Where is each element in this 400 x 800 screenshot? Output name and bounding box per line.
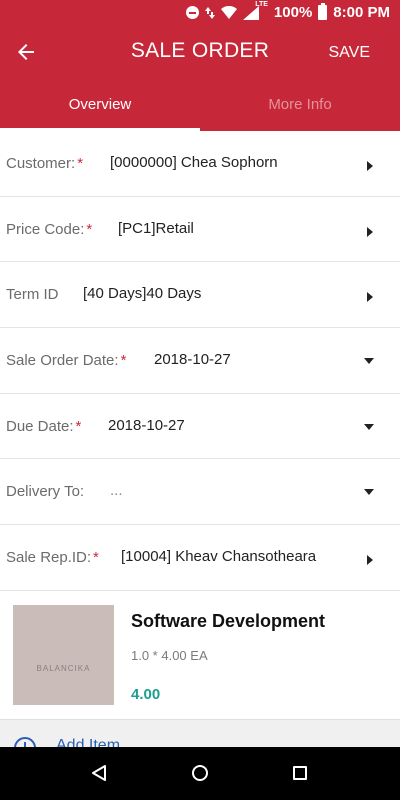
- required-marker: *: [120, 352, 127, 370]
- field-label: Delivery To:: [6, 483, 85, 501]
- thumbnail-logo-text: BALANCIKA: [36, 664, 91, 673]
- nav-home-icon[interactable]: [192, 765, 208, 781]
- do-not-disturb-icon: [186, 6, 200, 19]
- required-marker: *: [77, 155, 84, 172]
- network-type-label: LTE: [255, 0, 268, 8]
- wifi-icon: [221, 5, 238, 19]
- chevron-right-icon[interactable]: [367, 161, 373, 171]
- price-code-value: [PC1]Retail: [118, 219, 194, 237]
- tab-overview[interactable]: Overview: [0, 76, 200, 131]
- product-line-item[interactable]: BALANCIKA Software Development 1.0 * 4.0…: [0, 591, 400, 719]
- sale-rep-field[interactable]: Sale Rep.ID: * [10004] Kheav Chansotheara: [0, 525, 400, 591]
- product-name: Software Development: [131, 611, 326, 631]
- required-marker: *: [86, 220, 93, 238]
- add-item-button[interactable]: Add Item: [0, 719, 400, 747]
- status-bar: LTE 100% 8:00 PM: [0, 0, 400, 28]
- delivery-to-value: ...: [110, 482, 123, 500]
- product-quantity: 1.0 * 4.00 EA: [131, 648, 208, 663]
- tab-bar: Overview More Info: [0, 76, 400, 131]
- sale-order-date-value: 2018-10-27: [154, 351, 231, 369]
- term-id-value: [40 Days]40 Days: [83, 285, 202, 303]
- delivery-to-field[interactable]: Delivery To: ...: [0, 459, 400, 526]
- system-nav-bar: [0, 747, 400, 800]
- term-id-field[interactable]: Term ID [40 Days]40 Days: [0, 262, 400, 329]
- add-item-label: Add Item: [56, 737, 121, 747]
- nav-back-icon[interactable]: [91, 765, 107, 781]
- field-label: Sale Rep.ID: *: [6, 549, 99, 567]
- customer-value: [0000000] Chea Sophorn: [110, 154, 278, 171]
- due-date-field[interactable]: Due Date: * 2018-10-27: [0, 394, 400, 460]
- due-date-value: 2018-10-27: [108, 416, 185, 434]
- dropdown-arrow-icon[interactable]: [364, 358, 374, 365]
- battery-percent: 100%: [273, 4, 313, 21]
- product-thumbnail: BALANCIKA: [13, 605, 114, 705]
- signal-icon: [243, 5, 260, 20]
- field-label: Due Date: *: [6, 417, 82, 435]
- chevron-right-icon[interactable]: [367, 555, 373, 566]
- form-fields: Customer: * [0000000] Chea Sophorn Price …: [0, 131, 400, 591]
- save-button[interactable]: SAVE: [329, 44, 371, 62]
- dropdown-arrow-icon[interactable]: [364, 423, 374, 430]
- add-circle-icon: [14, 737, 36, 747]
- chevron-right-icon[interactable]: [367, 292, 373, 303]
- chevron-right-icon[interactable]: [367, 226, 373, 237]
- field-label: Sale Order Date: *: [6, 352, 127, 370]
- nav-recents-icon[interactable]: [293, 766, 307, 780]
- price-code-field[interactable]: Price Code: * [PC1]Retail: [0, 197, 400, 263]
- required-marker: *: [75, 417, 82, 435]
- battery-icon: [318, 3, 328, 20]
- clock: 8:00 PM: [333, 4, 390, 21]
- data-transfer-icon: [205, 6, 216, 19]
- customer-field[interactable]: Customer: * [0000000] Chea Sophorn: [0, 131, 400, 197]
- required-marker: *: [93, 549, 99, 567]
- field-label: Customer: *: [6, 155, 84, 172]
- dropdown-arrow-icon[interactable]: [364, 489, 374, 496]
- field-label: Price Code: *: [6, 220, 93, 238]
- sale-order-date-field[interactable]: Sale Order Date: * 2018-10-27: [0, 328, 400, 394]
- product-price: 4.00: [131, 686, 161, 703]
- sale-rep-value: [10004] Kheav Chansotheara: [121, 548, 317, 566]
- tab-more-info[interactable]: More Info: [200, 76, 400, 131]
- field-label: Term ID: [6, 286, 59, 304]
- app-bar: SALE ORDER SAVE: [0, 28, 400, 76]
